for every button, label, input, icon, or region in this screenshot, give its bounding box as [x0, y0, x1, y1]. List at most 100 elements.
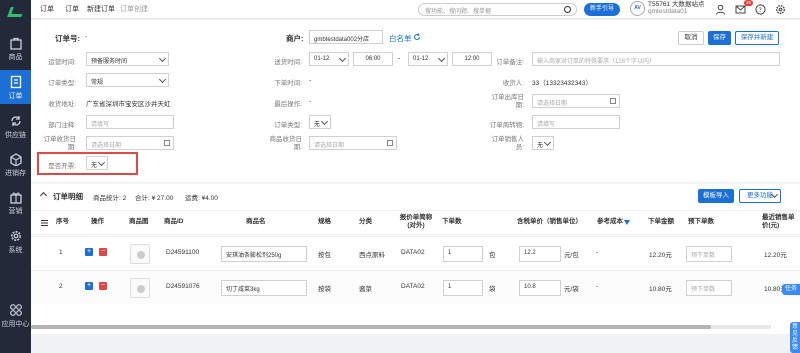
guide-button[interactable]: 新手引导 — [584, 3, 620, 16]
chevron-down-icon — [543, 138, 552, 147]
sales-select[interactable]: 无 — [532, 136, 554, 150]
qty-input[interactable]: 1 — [443, 246, 483, 262]
freight: 运费: ¥4.00 — [185, 195, 218, 202]
goods-date-input[interactable]: 请选择日期 — [309, 136, 397, 150]
row-idx: 1 — [59, 249, 63, 256]
app-logo[interactable] — [0, 0, 31, 24]
price-input[interactable]: 10.8 — [519, 280, 561, 296]
outbound-date-input[interactable]: 请选择日期 — [532, 94, 620, 108]
qty-input[interactable]: 1 — [443, 280, 483, 296]
nav-label: 订单 — [8, 93, 23, 100]
remove-row-button[interactable]: − — [99, 282, 107, 290]
add-row-button[interactable]: + — [85, 282, 93, 290]
whitelist-link[interactable]: 白名单 — [389, 33, 412, 44]
chevron-down-icon — [437, 54, 446, 63]
product-name-field[interactable]: 安琪油条膨松剂250g — [221, 246, 307, 262]
save-button[interactable]: 保存 — [708, 31, 731, 45]
cancel-button[interactable]: 取消 — [678, 31, 704, 45]
nav-orders[interactable]: 订单 — [0, 70, 31, 104]
scrollbar-thumb[interactable] — [31, 325, 711, 329]
quote-name: DATA02 — [401, 249, 425, 256]
order-amount: 12.20元 — [649, 252, 672, 259]
message-icon[interactable] — [735, 4, 746, 15]
search-icon[interactable] — [564, 6, 571, 13]
col-spec: 规格 — [318, 218, 331, 225]
col-qty: 下单数 — [442, 218, 462, 225]
receive-date-label: 订单收货日期: — [43, 136, 77, 151]
order-cat-select[interactable]: 无 — [309, 115, 331, 129]
merchant-field[interactable]: gmbtestdata002分店 — [309, 30, 383, 44]
col-recent-price: 最近销售单价(元) — [762, 214, 795, 229]
sort-down-icon[interactable] — [624, 220, 630, 225]
user-icon[interactable] — [715, 4, 726, 15]
goods-count: 商品统计: 2 — [93, 195, 127, 202]
qty-unit: 袋 — [489, 286, 496, 293]
last-op-label: 最后操作: — [274, 101, 302, 108]
calendar-icon — [164, 140, 170, 146]
nav-supply-chain[interactable]: 供应链 — [0, 114, 31, 140]
task-tab[interactable]: 任务 — [782, 284, 800, 295]
ship-date-end[interactable]: 01-12 — [408, 52, 448, 66]
nav-inventory[interactable]: 进销存 — [0, 152, 31, 178]
add-row-button[interactable]: + — [85, 248, 93, 256]
sales-value: 无 — [537, 143, 544, 149]
dept-input[interactable]: 请填写 — [86, 115, 174, 129]
date-start-value: 01-12 — [314, 56, 330, 62]
product-name-field[interactable]: 切丁咸菜3kg — [221, 280, 307, 296]
nav-products[interactable]: 商品 — [0, 36, 31, 62]
order-cat-label: 订单类型: — [274, 122, 302, 129]
order-cat-value: 无 — [314, 122, 321, 128]
ref-cost: - — [596, 283, 599, 290]
date-end-value: 01-12 — [413, 56, 429, 62]
price-input[interactable]: 12.2 — [519, 246, 561, 262]
help-icon[interactable]: ? — [755, 4, 766, 15]
nav-marketing[interactable]: 营销 — [0, 190, 31, 216]
ship-time-start[interactable]: 06:00 — [353, 52, 393, 66]
order-amount: 10.80元 — [649, 286, 672, 293]
tab-orders-2[interactable]: 订单 — [65, 4, 79, 14]
col-action: 操作 — [91, 218, 104, 225]
goods-date-label: 商品收货日期: — [269, 136, 303, 151]
nav-app-center[interactable]: 应用中心 — [0, 303, 31, 329]
template-import-button[interactable]: 模板导入 — [698, 189, 734, 203]
pre-order-input[interactable]: 预下单数 — [686, 246, 732, 262]
tab-new-order[interactable]: 新建订单 — [87, 4, 115, 14]
address-label: 收货地址: — [48, 101, 76, 108]
refresh-icon[interactable] — [413, 33, 421, 41]
more-functions-button[interactable]: 更多功能 — [739, 189, 781, 203]
remove-row-button[interactable]: − — [99, 248, 107, 256]
chevron-down-icon — [158, 75, 167, 84]
order-type-select[interactable]: 常规 — [86, 73, 169, 87]
sidebar: 商品 订单 供应链 进销存 营销 系统 应用中心 — [0, 0, 31, 353]
transfer-input[interactable]: 请填写 — [532, 115, 620, 129]
nav-system[interactable]: 系统 — [0, 229, 31, 255]
save-new-button[interactable]: 保存并新建 — [735, 31, 779, 45]
tab-order-create[interactable]: 订单创建 — [120, 4, 148, 14]
col-image: 商品图 — [129, 218, 149, 225]
delivery-select[interactable]: 预备服务时间 — [86, 52, 169, 66]
order-total: 合计: ¥ 27.00 — [135, 195, 174, 202]
delivery-label: 运营时间: — [48, 59, 76, 66]
receive-date-input[interactable]: 请选择日期 — [86, 136, 174, 150]
search-input[interactable]: 搜功能、搜问题、搜单据 — [418, 3, 577, 16]
ship-date-start[interactable]: 01-12 — [309, 52, 349, 66]
recent-price: 12.20元 — [764, 252, 787, 259]
avatar[interactable]: AV — [630, 1, 645, 16]
column-settings-icon[interactable] — [41, 220, 48, 226]
address-value: 广东省深圳市宝安区沙井天虹 — [86, 101, 171, 108]
range-separator: - — [398, 55, 401, 62]
feedback-tab[interactable]: 意见反馈 — [790, 322, 800, 353]
settings-icon[interactable] — [775, 4, 786, 15]
search-placeholder: 搜功能、搜问题、搜单据 — [425, 9, 492, 15]
detail-title: 订单明细 — [53, 192, 83, 201]
order-type-label: 订单类型: — [48, 80, 76, 87]
pre-order-input[interactable]: 预下单数 — [686, 280, 732, 296]
chevron-down-icon — [338, 54, 347, 63]
horizontal-scrollbar[interactable] — [31, 325, 771, 329]
col-pre-order: 预下单数 — [688, 218, 714, 225]
order-time-label: 下单时间: — [274, 80, 302, 87]
remark-input[interactable]: 输入商家对订单的特殊要求（128个字以内） — [532, 52, 780, 66]
receiver-label: 收货人: — [502, 80, 524, 87]
tab-orders[interactable]: 订单 — [40, 4, 54, 14]
store-info[interactable]: T55761 大数据站点 qmtestdata01 — [648, 1, 704, 15]
